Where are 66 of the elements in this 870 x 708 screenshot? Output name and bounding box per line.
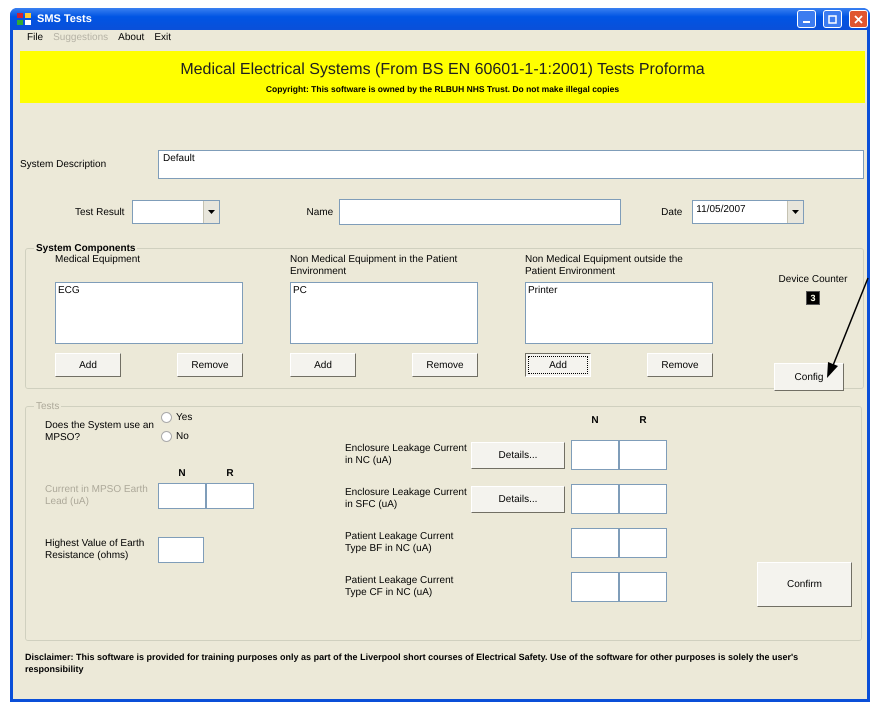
result-dropdown[interactable] (132, 200, 220, 224)
menu-item[interactable]: File (27, 32, 44, 46)
question-label: Does the System use an MPSO? (45, 419, 155, 444)
banner-title: Medical Electrical Systems (From BS EN 60601-1-1:2001) Tests Proforma (180, 60, 705, 78)
field-label: Test Result (75, 206, 124, 218)
add-button[interactable]: Add (55, 353, 121, 377)
remove-button[interactable]: Remove (647, 353, 713, 377)
value-field[interactable] (158, 483, 206, 509)
remove-button[interactable]: Remove (177, 353, 243, 377)
config-button[interactable]: Config (774, 363, 844, 391)
value-field[interactable] (571, 440, 619, 470)
field-label: Current in MPSO Earth Lead (uA) (45, 484, 149, 508)
menu-item[interactable]: Exit (154, 32, 171, 46)
value-field[interactable] (619, 440, 667, 470)
maximize-button[interactable] (823, 10, 842, 28)
list-label: Medical Equipment (55, 254, 142, 267)
group-title: System Components (35, 243, 136, 254)
minimize-button[interactable] (797, 10, 816, 28)
list-item[interactable]: ECG (58, 285, 240, 296)
minimize-icon (803, 21, 810, 23)
equipment-list[interactable]: PC (290, 282, 478, 344)
equipment-list[interactable]: ECG (55, 282, 243, 344)
value-field[interactable] (571, 484, 619, 514)
column-header: R (225, 468, 235, 479)
field-label: Enclosure Leakage Current in NC (uA) (345, 443, 468, 467)
field-label: Highest Value of Earth Resistance (ohms) (45, 538, 146, 562)
app-icon (16, 12, 32, 26)
column-header: N (177, 468, 187, 479)
add-button[interactable]: Add (290, 353, 356, 377)
add-button[interactable]: Add (525, 353, 591, 377)
field-label: Enclosure Leakage Current in SFC (uA) (345, 487, 468, 511)
field-label: System Description (20, 159, 108, 170)
dropdown-arrow-icon (208, 210, 216, 214)
copyright-notice: Copyright: This software is owned by the RLBUH NHS Trust. Do not make illegal copies (266, 84, 620, 94)
field-label: Name (306, 206, 334, 218)
name-field[interactable] (339, 199, 622, 225)
list-label: Non Medical Equipment in the Patient Environment (290, 254, 458, 279)
close-icon (854, 14, 863, 24)
value-field[interactable] (619, 572, 667, 602)
value-field[interactable] (571, 528, 619, 558)
list-label: Non Medical Equipment outside the Patient Environment (525, 254, 684, 279)
disclaimer-text: Disclaimer: This software is provided for training purposes only as part of the Liverpool short courses of Electrical Safety. Use of the software for other purposes is solely the user's responsibility (25, 651, 800, 675)
description-field[interactable]: Default (158, 150, 864, 179)
close-button[interactable] (849, 10, 868, 28)
group-title: Tests (35, 401, 60, 412)
field-label: Patient Leakage Current Type CF in NC (uA) (345, 575, 454, 599)
menu-item[interactable]: About (118, 32, 144, 46)
value-field[interactable] (206, 483, 254, 509)
list-item[interactable]: PC (293, 285, 475, 296)
value-field[interactable] (571, 572, 619, 602)
date-picker[interactable]: 11/05/2007 (692, 200, 804, 224)
value-field[interactable] (158, 537, 204, 563)
field-label: Date (661, 206, 682, 218)
window-title: SMS Tests (37, 13, 92, 25)
equipment-list[interactable]: Printer (525, 282, 713, 344)
column-header: N (590, 415, 600, 426)
column-header: R (638, 415, 648, 426)
list-item[interactable]: Printer (528, 285, 710, 296)
remove-button[interactable]: Remove (412, 353, 478, 377)
counter-label: Device Counter (778, 274, 848, 285)
value-field[interactable] (619, 528, 667, 558)
field-label: Patient Leakage Current Type BF in NC (uA) (345, 531, 454, 555)
dropdown-arrow-icon (792, 210, 800, 214)
maximize-icon (828, 14, 837, 24)
value-field[interactable] (619, 484, 667, 514)
device-counter: 3 (806, 291, 820, 305)
